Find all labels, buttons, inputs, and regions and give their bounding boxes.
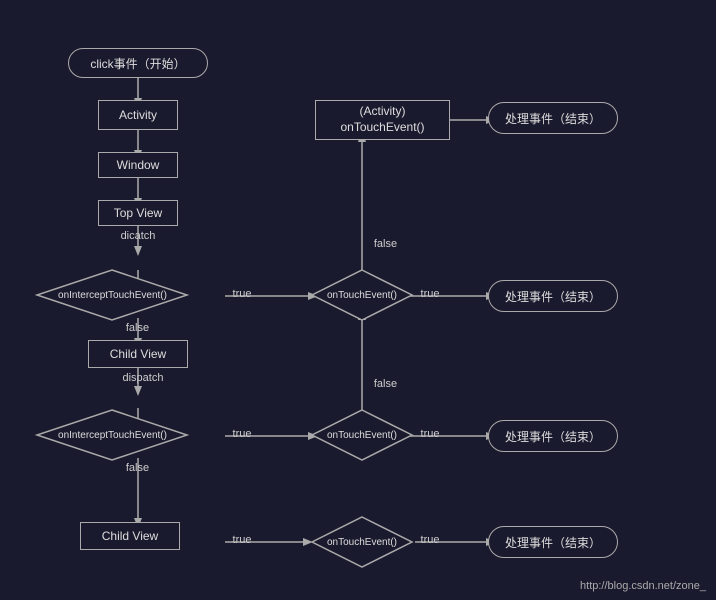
true6-label: true xyxy=(416,534,444,546)
start-node: click事件（开始） xyxy=(68,48,208,78)
intercept2-label: onInterceptTouchEvent() xyxy=(35,430,190,442)
ontouchevent2-diamond: onTouchEvent() xyxy=(310,408,414,463)
ontouchevent1-label: onTouchEvent() xyxy=(310,290,414,302)
ontouchevent1-diamond: onTouchEvent() xyxy=(310,268,414,323)
false4-label: false xyxy=(368,378,403,390)
handle2-node: 处理事件（结束） xyxy=(488,280,618,312)
true4-label: true xyxy=(416,288,444,300)
handle4-node: 处理事件（结束） xyxy=(488,526,618,558)
ontouchevent2-label: onTouchEvent() xyxy=(310,430,414,442)
childview1-node: Child View xyxy=(88,340,188,368)
true1-label: true xyxy=(228,288,256,300)
ontouchevent3-diamond: onTouchEvent() xyxy=(310,515,414,570)
intercept1-label: onInterceptTouchEvent() xyxy=(35,290,190,302)
false1-label: false xyxy=(120,322,155,334)
window-node: Window xyxy=(98,152,178,178)
dispatch1-label: dicatch xyxy=(118,230,158,242)
intercept1-diamond: onInterceptTouchEvent() xyxy=(35,268,190,323)
true2-label: true xyxy=(228,428,256,440)
false3-label: false xyxy=(368,238,403,250)
diagram: click事件（开始） Activity Window Top View dic… xyxy=(0,0,716,600)
false2-label: false xyxy=(120,462,155,474)
true5-label: true xyxy=(416,428,444,440)
true3-label: true xyxy=(228,534,256,546)
intercept2-diamond: onInterceptTouchEvent() xyxy=(35,408,190,463)
dispatch2-label: dispatch xyxy=(118,372,168,384)
topview-node: Top View xyxy=(98,200,178,226)
childview2-node: Child View xyxy=(80,522,180,550)
handle3-node: 处理事件（结束） xyxy=(488,420,618,452)
ontouchevent3-label: onTouchEvent() xyxy=(310,537,414,549)
activity-node: Activity xyxy=(98,100,178,130)
handle1-node: 处理事件（结束） xyxy=(488,102,618,134)
activity-ontouchevent-node: (Activity) onTouchEvent() xyxy=(315,100,450,140)
url-text: http://blog.csdn.net/zone_ xyxy=(580,580,706,592)
